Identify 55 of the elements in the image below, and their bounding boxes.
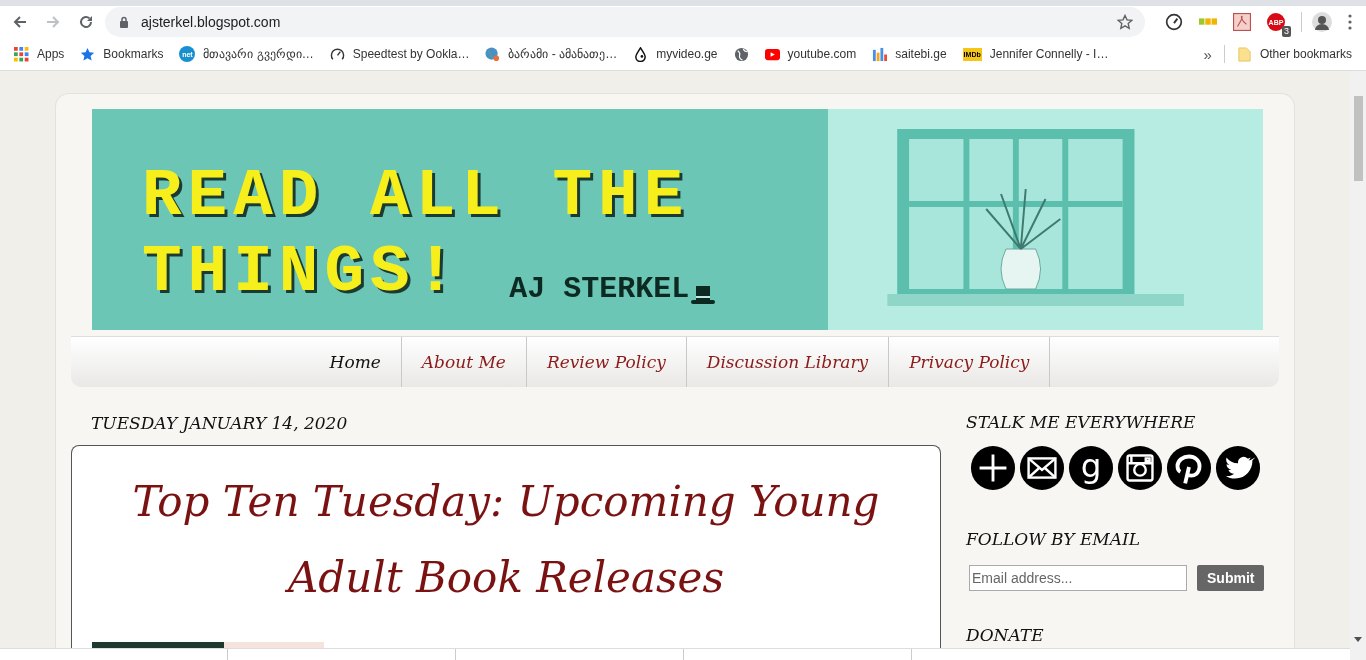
letter-g-icon[interactable]: g xyxy=(1068,445,1114,491)
submit-button[interactable]: Submit xyxy=(1197,565,1265,591)
bookmark-item[interactable]: Bookmarks xyxy=(80,46,164,62)
plus-icon[interactable] xyxy=(970,445,1016,491)
drop-icon xyxy=(633,46,649,62)
count-badge: 3 xyxy=(1282,26,1291,37)
widget-heading: STALK ME EVERYWHERE xyxy=(966,412,1197,432)
top-hat-icon xyxy=(691,286,716,306)
bookmark-item[interactable]: myvideo.ge xyxy=(633,46,718,62)
apps-grid-icon xyxy=(14,46,29,62)
avatar-icon[interactable] xyxy=(1312,12,1332,32)
bookmark-item[interactable]: Speedtest by Ookla… xyxy=(329,46,470,62)
bird-icon[interactable] xyxy=(1215,445,1261,491)
pdf-icon[interactable] xyxy=(1233,13,1251,31)
author-name: AJ STERKEL xyxy=(509,272,690,306)
address-bar[interactable]: ajsterkel.blogspot.com xyxy=(105,7,1145,37)
folder-icon xyxy=(1236,46,1252,62)
camera-icon[interactable] xyxy=(1117,445,1163,491)
post-title[interactable]: Top Ten Tuesday: Upcoming Young Adult Book Releases xyxy=(102,464,910,616)
play-icon xyxy=(764,46,780,62)
star-icon[interactable] xyxy=(1117,14,1133,30)
star-icon xyxy=(80,46,96,62)
nav-link[interactable]: Home xyxy=(329,337,402,387)
nav-link[interactable]: Review Policy xyxy=(526,337,687,387)
blog-title: THINGS! xyxy=(142,235,462,311)
scrollbar[interactable] xyxy=(1350,71,1366,660)
lock-icon xyxy=(119,16,129,28)
email-field[interactable]: Email address... xyxy=(969,565,1187,591)
bookmark-item[interactable]: ბარამი - ამანათე… xyxy=(485,46,618,62)
bookmark-item[interactable] xyxy=(733,46,749,62)
nav-link[interactable]: Discussion Library xyxy=(686,337,890,387)
url-text: ajsterkel.blogspot.com xyxy=(141,14,282,30)
bookmark-folder[interactable]: Other bookmarks xyxy=(1236,46,1352,62)
widget-heading: DONATE xyxy=(966,625,1045,645)
scrollbar-thumb[interactable] xyxy=(1353,96,1363,181)
bookmark-item[interactable]: saitebi.ge xyxy=(872,46,947,62)
bar-chart-icon xyxy=(872,46,888,62)
scroll-down-icon[interactable] xyxy=(1354,637,1362,642)
gauge-icon xyxy=(329,46,345,62)
nav-link[interactable]: Privacy Policy xyxy=(889,337,1051,387)
blog-title: READ ALL THE xyxy=(142,159,690,235)
widget-heading: FOLLOW BY EMAIL xyxy=(966,529,1142,549)
post-date: TUESDAY JANUARY 14, 2020 xyxy=(91,413,349,433)
nav-link[interactable]: About Me xyxy=(401,337,527,387)
menu-icon[interactable] xyxy=(1348,14,1352,30)
reload-icon[interactable] xyxy=(78,14,94,30)
back-icon[interactable] xyxy=(12,14,28,30)
globe-icon xyxy=(733,46,749,62)
gauge-icon[interactable] xyxy=(1165,13,1183,31)
mail-icon[interactable] xyxy=(1019,445,1065,491)
bookmark-item[interactable]: youtube.com xyxy=(764,46,857,62)
globe-icon xyxy=(485,46,501,62)
letter-p-icon[interactable] xyxy=(1166,445,1212,491)
more-bookmarks-button[interactable]: » xyxy=(1203,45,1212,63)
bookmark-item[interactable]: Apps xyxy=(14,46,65,62)
